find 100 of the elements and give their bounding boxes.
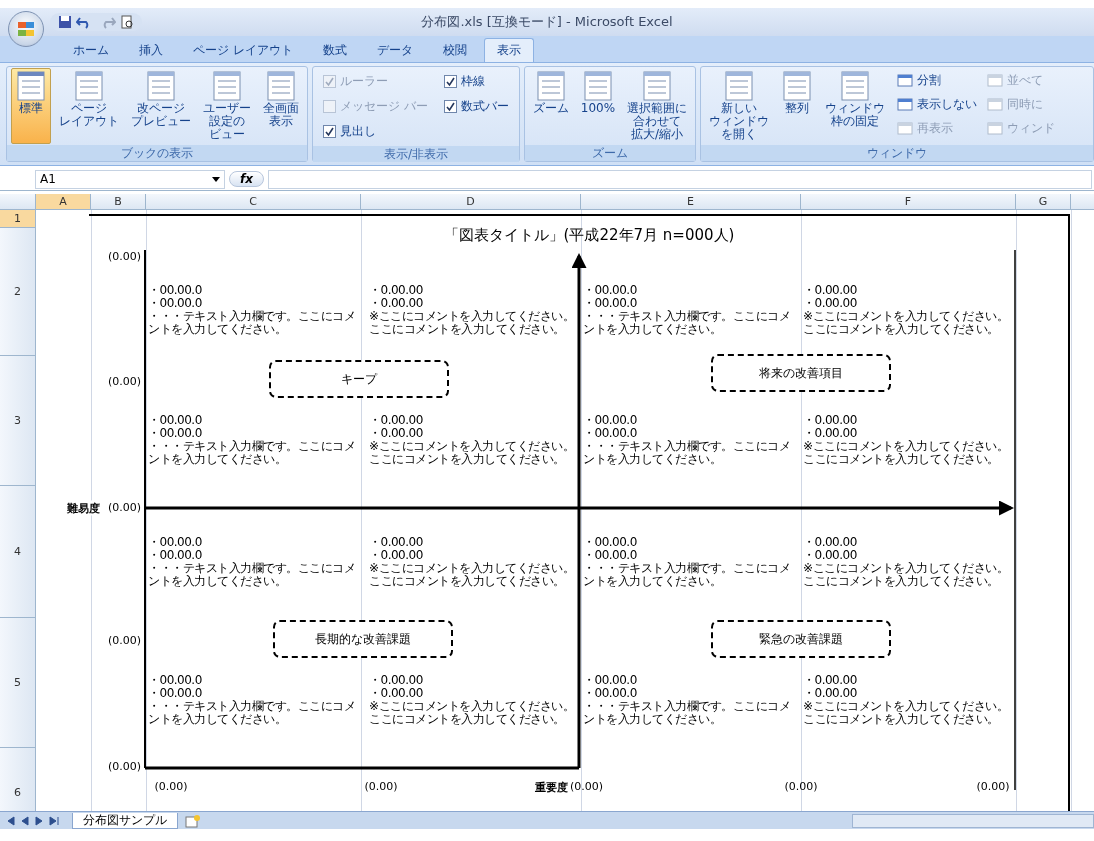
note-text: ここにコメントを入力してください。 — [803, 453, 999, 466]
ribbon-tab[interactable]: 挿入 — [126, 38, 176, 62]
note-text: ・0.00.00 — [369, 549, 423, 562]
note-text: ・00.00.0 — [148, 284, 202, 297]
save-icon[interactable] — [58, 15, 72, 29]
note-text: ントを入力してください。 — [583, 713, 721, 726]
axis-label: (0.00) — [154, 780, 188, 793]
window-icon — [987, 98, 1004, 111]
checkbox[interactable]: 枠線 — [443, 73, 509, 90]
column-header[interactable]: A — [36, 194, 91, 209]
column-header[interactable]: B — [91, 194, 146, 209]
check-icon — [324, 126, 335, 137]
column-header[interactable]: C — [146, 194, 361, 209]
note-text: ・0.00.00 — [369, 414, 423, 427]
window-icon — [897, 98, 914, 111]
row-header[interactable]: 3 — [0, 356, 35, 486]
axis-title: 難易度 — [66, 500, 100, 516]
group-label: ブックの表示 — [7, 145, 307, 161]
note-text: ここにコメントを入力してください。 — [803, 323, 999, 336]
ribbon-button[interactable]: 整列 — [777, 68, 818, 144]
note-text: ントを入力してください。 — [148, 453, 286, 466]
chart-title: 「図表タイトル」(平成22年7月 n=000人) — [443, 226, 735, 245]
insert-function-button[interactable]: fx — [229, 171, 264, 187]
checkbox[interactable]: 見出し — [323, 123, 428, 140]
check-icon — [444, 101, 456, 112]
column-header[interactable]: D — [361, 194, 581, 209]
dropdown-arrow-icon[interactable] — [212, 176, 220, 182]
note-text: ントを入力してください。 — [583, 453, 721, 466]
group-label: ズーム — [524, 145, 696, 161]
ribbon-tab[interactable]: ホーム — [60, 38, 122, 62]
note-text: ここにコメントを入力してください。 — [369, 323, 565, 336]
note-text: ここにコメントを入力してください。 — [803, 713, 999, 726]
window-icon — [987, 122, 1004, 135]
note-text: ントを入力してください。 — [148, 575, 286, 588]
horizontal-scrollbar[interactable] — [852, 813, 1094, 828]
ribbon-button[interactable]: 標準 — [11, 68, 51, 144]
row-header[interactable]: 5 — [0, 618, 35, 748]
formula-field[interactable] — [267, 169, 1092, 189]
axis-label: (0.00) — [107, 759, 141, 773]
ribbon-small-button[interactable]: 分割 — [897, 72, 978, 89]
name-box[interactable]: A1 — [35, 169, 225, 189]
ribbon-button[interactable]: ユーザー 設定の ビュー — [199, 68, 255, 144]
note-text: ・0.00.00 — [803, 674, 857, 687]
note-text: ・00.00.0 — [583, 674, 637, 687]
row-header[interactable]: 1 — [0, 210, 35, 228]
note-text: ・00.00.0 — [583, 549, 637, 562]
note-text: ・00.00.0 — [148, 549, 202, 562]
window-icon — [897, 122, 914, 135]
checkbox[interactable]: 数式バー — [443, 98, 509, 115]
note-text: ※ここにコメントを入力してください。 — [803, 440, 1009, 453]
row-header[interactable]: 4 — [0, 486, 35, 618]
axis-label: (0.00) — [976, 780, 1010, 793]
ribbon-tab[interactable]: 校閲 — [429, 38, 480, 62]
ribbon-tab[interactable]: 数式 — [309, 38, 360, 62]
axis-label: (0.00) — [107, 633, 141, 647]
ribbon-small-button[interactable]: 表示しない — [897, 96, 978, 113]
ribbon-button[interactable]: 全画面 表示 — [259, 68, 303, 144]
window-icon — [987, 74, 1004, 87]
cell-reference: A1 — [40, 172, 56, 186]
note-text: ・・・テキスト入力欄です。ここにコメ — [148, 700, 355, 713]
note-text: ・00.00.0 — [583, 414, 637, 427]
column-header[interactable]: E — [581, 194, 801, 209]
print-preview-icon[interactable] — [120, 15, 134, 29]
note-text: ・0.00.00 — [369, 687, 423, 700]
column-header[interactable]: G — [1016, 194, 1071, 209]
ribbon-button[interactable]: ズーム — [528, 68, 573, 144]
note-text: ・00.00.0 — [148, 414, 202, 427]
note-text: ・0.00.00 — [803, 536, 857, 549]
column-header[interactable]: F — [801, 194, 1016, 209]
ribbon-button[interactable]: 100% — [576, 68, 620, 144]
note-text: ・00.00.0 — [148, 297, 202, 310]
axis-label: (0.00) — [784, 780, 818, 793]
ribbon-button[interactable]: ウィンドウ 枠の固定 — [821, 68, 890, 144]
sheet-tab[interactable]: 分布図サンプル — [72, 812, 178, 829]
note-text: ・・・テキスト入力欄です。ここにコメ — [148, 440, 355, 453]
note-text: ・00.00.0 — [583, 687, 637, 700]
note-text: ※ここにコメントを入力してください。 — [369, 562, 575, 575]
note-text: ・0.00.00 — [803, 284, 857, 297]
note-text: ントを入力してください。 — [148, 713, 286, 726]
note-text: ・・・テキスト入力欄です。ここにコメ — [583, 562, 790, 575]
note-text: ・0.00.00 — [369, 297, 423, 310]
row-header[interactable]: 2 — [0, 228, 35, 356]
ribbon-tab[interactable]: 表示 — [483, 38, 534, 62]
note-text: ・0.00.00 — [803, 549, 857, 562]
page-icon — [211, 70, 243, 102]
ribbon-button[interactable]: 選択範囲に 合わせて 拡大/縮小 — [623, 68, 692, 144]
ribbon-button[interactable]: ページ レイアウト — [55, 68, 123, 144]
note-text: ・0.00.00 — [369, 427, 423, 440]
ribbon-button[interactable]: 新しい ウィンドウ を開く — [705, 68, 774, 144]
note-text: ・0.00.00 — [369, 536, 423, 549]
axis-title: 重要度 — [534, 780, 568, 795]
ribbon-tab[interactable]: データ — [363, 38, 426, 62]
axis-label: (0.00) — [569, 780, 604, 795]
office-button[interactable] — [8, 11, 44, 47]
ribbon-button[interactable]: 改ページ プレビュー — [127, 68, 195, 144]
quadrant-label: キープ — [269, 360, 449, 398]
note-text: ントを入力してください。 — [148, 323, 286, 336]
ribbon-tab[interactable]: ページ レイアウト — [180, 38, 306, 62]
note-text: ・0.00.00 — [803, 687, 857, 700]
note-text: ントを入力してください。 — [583, 323, 721, 336]
